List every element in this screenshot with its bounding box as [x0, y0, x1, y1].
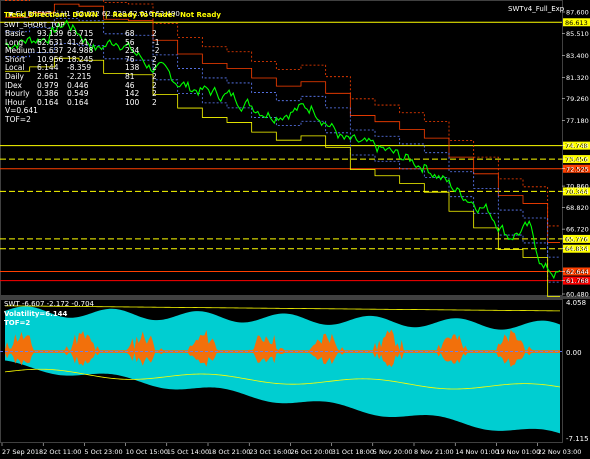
info-cell-v1: 93.139 — [37, 29, 64, 38]
price-tick-label: 85.510 — [566, 30, 589, 38]
subwindow-separator — [0, 296, 590, 299]
info-cell-n: 68 — [125, 29, 135, 38]
info-cell-label: Daily — [5, 72, 24, 81]
price-tick-label: 73.456 — [566, 156, 589, 164]
info-cell-n: 142 — [125, 89, 140, 99]
tof-label: TOF=2 — [4, 319, 31, 327]
time-tick-label: 23 Oct 16:00 — [249, 448, 291, 456]
price-tick-label: 70.344 — [566, 188, 589, 196]
price-tick-label: 81.320 — [566, 74, 589, 82]
time-tick-label: 27 Sep 2018 — [2, 448, 43, 456]
price-tick-label: 64.834 — [566, 245, 589, 253]
time-tick-label: 31 Oct 18:00 — [332, 448, 374, 456]
info-extra: TOF=2 — [5, 115, 31, 124]
price-tick-label: 87.600 — [566, 9, 589, 17]
price-tick-label: 66.720 — [566, 226, 589, 234]
info-cell-v2: 63.715 — [67, 29, 94, 38]
price-level-label: 86.613 — [565, 19, 588, 27]
time-tick-label: 15 Oct 14:00 — [167, 448, 209, 456]
subwindow-title: SWT -6.607 -2.172 -0.704 — [4, 300, 95, 308]
trend-status: Trend Direction: DOWN | Ready To Trade: … — [4, 11, 221, 19]
info-cell-v2: 24.988 — [67, 46, 94, 56]
price-tick-label: 79.260 — [566, 95, 589, 103]
time-tick-label: 19 Nov 01:00 — [496, 448, 540, 456]
time-tick-label: 14 Nov 01:00 — [455, 448, 499, 456]
indicator-name: SWTv4_Full_Exp — [508, 5, 565, 13]
info-cell-v2: 0.164 — [67, 97, 89, 107]
info-cell-n: 234 — [125, 46, 140, 56]
info-cell-label: Hourly — [5, 89, 30, 99]
overlay-title: SWT_SHORT_TOP — [4, 21, 65, 29]
info-cell-v1: 0.386 — [37, 89, 59, 99]
volatility-label: Volatility=6.144 — [4, 310, 68, 318]
info-cell-v1: 15.637 — [37, 46, 64, 56]
info-cell-d: 2 — [152, 72, 157, 81]
volatility-envelope — [5, 306, 560, 434]
info-cell-v1: 2.661 — [37, 72, 59, 81]
info-cell-v1: 0.164 — [37, 97, 59, 107]
time-tick-label: 5 Nov 20:00 — [373, 448, 413, 456]
sub-axis-top: 4.058 — [566, 299, 587, 307]
price-tick-label: 65.776 — [566, 235, 589, 243]
price-tick-label: 62.644 — [566, 268, 589, 276]
info-table: Basic 93.139 63.715 68 2 Long 62.631 41.417 56 -1… — [0, 30, 160, 140]
price-tick-label: 61.768 — [566, 277, 589, 285]
sub-axis-bottom: -7.115 — [566, 435, 589, 443]
price-tick-label: 60.480 — [566, 291, 589, 299]
price-tick-label: 77.180 — [566, 117, 589, 125]
time-tick-label: 10 Oct 15:00 — [126, 448, 168, 456]
time-tick-label: 22 Nov 03:00 — [538, 448, 582, 456]
time-tick-label: 5 Oct 23:00 — [84, 448, 122, 456]
info-cell-d: 2 — [152, 89, 157, 99]
info-cell-label: Medium — [5, 46, 35, 56]
time-tick-label: 8 Nov 21:00 — [414, 448, 454, 456]
price-tick-label: 83.400 — [566, 52, 589, 60]
time-tick-label: 26 Oct 20:00 — [290, 448, 332, 456]
price-tick-label: 68.820 — [566, 204, 589, 212]
time-tick-label: 18 Oct 21:00 — [208, 448, 250, 456]
price-tick-label: 72.525 — [566, 165, 589, 173]
swt-oscillator — [0, 305, 562, 434]
info-cell-n: 81 — [125, 72, 135, 81]
info-cell-n: 100 — [125, 97, 140, 107]
sub-axis-zero: 0.00 — [566, 349, 582, 357]
info-cell-v2: 0.549 — [67, 89, 89, 99]
info-cell-d: 2 — [152, 97, 157, 107]
info-cell-v2: -2.215 — [67, 72, 92, 81]
info-cell-label: Basic — [5, 29, 25, 38]
info-cell-d: -2 — [152, 46, 160, 56]
price-tick-label: 74.748 — [566, 142, 589, 150]
time-tick-label: 2 Oct 11:00 — [43, 448, 81, 456]
price-axis: 87.600 85.510 83.400 81.320 79.260 77.180 74.7… — [562, 9, 589, 299]
info-cell-d: 2 — [152, 29, 157, 38]
time-axis: 27 Sep 2018 2 Oct 11:00 5 Oct 23:00 10 Oct … — [1, 443, 582, 456]
